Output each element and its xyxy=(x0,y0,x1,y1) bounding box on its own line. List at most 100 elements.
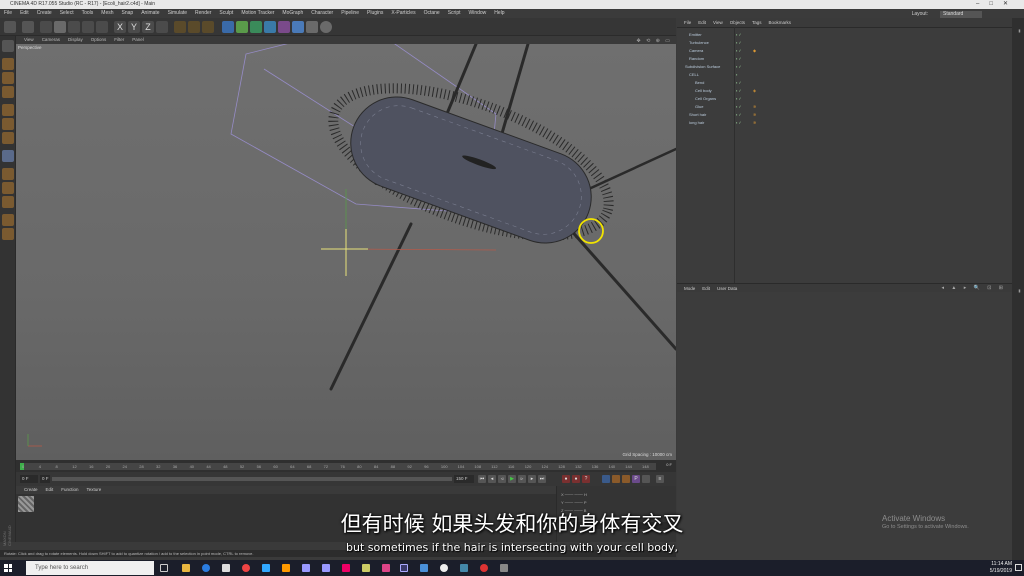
menu-render[interactable]: Render xyxy=(195,10,211,16)
menu-window[interactable]: Window xyxy=(469,10,487,16)
pla-key-icon[interactable] xyxy=(642,475,650,483)
taskbar-clock[interactable]: 11:14 AM 5/19/2019 xyxy=(990,561,1012,575)
menu-mesh[interactable]: Mesh xyxy=(101,10,113,16)
timeline-menu-icon[interactable]: ≡ xyxy=(656,475,664,483)
menu-animate[interactable]: Animate xyxy=(141,10,159,16)
menu-script[interactable]: Script xyxy=(448,10,461,16)
move-icon[interactable] xyxy=(54,21,66,33)
object-row[interactable]: Cell body ▪✓ ◈ xyxy=(679,87,1009,95)
object-row[interactable]: Bend ▪✓ xyxy=(679,79,1009,87)
render-picture-viewer-icon[interactable] xyxy=(188,21,200,33)
material-menu-function[interactable]: Function xyxy=(61,487,78,492)
tweak-mode-icon[interactable] xyxy=(2,168,14,180)
folder-icon[interactable] xyxy=(500,564,508,572)
menu-plugins[interactable]: Plugins xyxy=(367,10,383,16)
visibility-flags[interactable]: ▪✓ xyxy=(736,39,743,47)
visibility-flags[interactable]: ▪✓ xyxy=(736,47,743,55)
menu-help[interactable]: Help xyxy=(494,10,504,16)
light-icon[interactable] xyxy=(320,21,332,33)
object-manager[interactable]: Emitter ▪✓ Turbulence ▪✓ Camera ▪✓ ◆ Random ▪… xyxy=(677,27,1012,283)
object-menu-tags[interactable]: Tags xyxy=(752,20,762,25)
nurbs-icon[interactable] xyxy=(250,21,262,33)
points-mode-icon[interactable] xyxy=(2,104,14,116)
material-menu-edit[interactable]: Edit xyxy=(46,487,54,492)
render-settings-icon[interactable] xyxy=(202,21,214,33)
sculpt-icon[interactable] xyxy=(2,196,14,208)
object-row[interactable]: long hair ▪✓ ≋ xyxy=(679,119,1009,127)
taskbar-search-input[interactable]: Type here to search xyxy=(26,561,154,575)
make-editable-icon[interactable] xyxy=(2,40,14,52)
attribute-menu-user-data[interactable]: User Data xyxy=(717,286,737,291)
file-explorer-icon[interactable] xyxy=(182,564,190,572)
visibility-flags[interactable]: ▪✓ xyxy=(736,79,743,87)
maximize-button[interactable]: □ xyxy=(989,1,1003,7)
y-axis-icon[interactable]: Y xyxy=(128,21,140,33)
parameter-key-icon[interactable]: P xyxy=(632,475,640,483)
visibility-flags[interactable]: ▪✓ xyxy=(736,31,743,39)
grid-icon[interactable] xyxy=(2,214,14,226)
redo-icon[interactable] xyxy=(22,21,34,33)
visibility-flags[interactable]: ▪✓ xyxy=(736,87,743,95)
model-mode-icon[interactable] xyxy=(2,58,14,70)
coord-row-x[interactable]: X ─── ─── H xyxy=(561,492,587,497)
polygons-mode-icon[interactable] xyxy=(2,132,14,144)
chrome-icon[interactable] xyxy=(242,564,250,572)
start-frame-field[interactable]: 0 F xyxy=(40,475,50,483)
next-frame-icon[interactable]: ▹ xyxy=(518,475,526,483)
object-row[interactable]: Turbulence ▪✓ xyxy=(679,39,1009,47)
close-button[interactable]: ✕ xyxy=(1003,1,1018,7)
visibility-flags[interactable]: ▪✓ xyxy=(736,103,743,111)
prev-frame-icon[interactable]: ◃ xyxy=(498,475,506,483)
cube-icon[interactable] xyxy=(222,21,234,33)
live-selection-icon[interactable] xyxy=(40,21,52,33)
scene-icon[interactable] xyxy=(292,21,304,33)
range-slider[interactable] xyxy=(52,477,452,481)
object-row[interactable]: Cell Organs ▪✓ xyxy=(679,95,1009,103)
scale-icon[interactable] xyxy=(68,21,80,33)
menu-snap[interactable]: Snap xyxy=(122,10,134,16)
attribute-menu-mode[interactable]: Mode xyxy=(684,286,695,291)
object-menu-view[interactable]: View xyxy=(713,20,723,25)
visibility-flags[interactable]: ▪✓ xyxy=(736,119,743,127)
xd-icon[interactable] xyxy=(382,564,390,572)
minimize-button[interactable]: – xyxy=(976,1,989,7)
attributes-tab[interactable]: ▮ xyxy=(1014,288,1022,328)
menu-octane[interactable]: Octane xyxy=(424,10,440,16)
current-frame-field[interactable]: 0 F xyxy=(20,475,38,483)
layout-value[interactable]: Standard xyxy=(940,11,982,18)
x-axis-icon[interactable]: X xyxy=(114,21,126,33)
3d-viewport[interactable]: Perspective Grid Spacing: 10000 cm xyxy=(16,44,676,460)
menu-select[interactable]: Select xyxy=(60,10,74,16)
object-menu-edit[interactable]: Edit xyxy=(698,20,706,25)
object-row[interactable]: CELL ▪ xyxy=(679,71,1009,79)
menu-edit[interactable]: Edit xyxy=(20,10,29,16)
attribute-menu-edit[interactable]: Edit xyxy=(702,286,710,291)
menu-tools[interactable]: Tools xyxy=(82,10,94,16)
object-row[interactable]: Emitter ▪✓ xyxy=(679,31,1009,39)
go-start-icon[interactable]: ⏮ xyxy=(478,475,486,483)
menu-file[interactable]: File xyxy=(4,10,12,16)
coordinate-system-icon[interactable] xyxy=(156,21,168,33)
object-menu-objects[interactable]: Objects xyxy=(730,20,745,25)
material-menu-create[interactable]: Create xyxy=(24,487,38,492)
visibility-flags[interactable]: ▪ xyxy=(736,71,738,79)
visibility-flags[interactable]: ▪✓ xyxy=(736,111,743,119)
autokey-icon[interactable]: ● xyxy=(572,475,580,483)
deformer-icon[interactable] xyxy=(278,21,290,33)
rotation-key-icon[interactable] xyxy=(622,475,630,483)
workplane-icon[interactable] xyxy=(2,86,14,98)
prev-key-icon[interactable]: ◂ xyxy=(488,475,496,483)
viewport-menu-panel[interactable]: Panel xyxy=(132,37,144,42)
photos-icon[interactable] xyxy=(420,564,428,572)
after-effects-icon[interactable] xyxy=(302,564,310,572)
illustrator-icon[interactable] xyxy=(282,564,290,572)
viewport-menu-options[interactable]: Options xyxy=(91,37,107,42)
object-row[interactable]: Glue ▪✓ ≋ xyxy=(679,103,1009,111)
material-menu-texture[interactable]: Texture xyxy=(87,487,102,492)
scale-key-icon[interactable] xyxy=(612,475,620,483)
settings-app-icon[interactable] xyxy=(460,564,468,572)
hair-tag-icon[interactable]: ≋ xyxy=(753,103,756,111)
opera-icon[interactable] xyxy=(480,564,488,572)
notification-icon[interactable] xyxy=(1015,564,1022,571)
keyframe-selection-icon[interactable]: ? xyxy=(582,475,590,483)
